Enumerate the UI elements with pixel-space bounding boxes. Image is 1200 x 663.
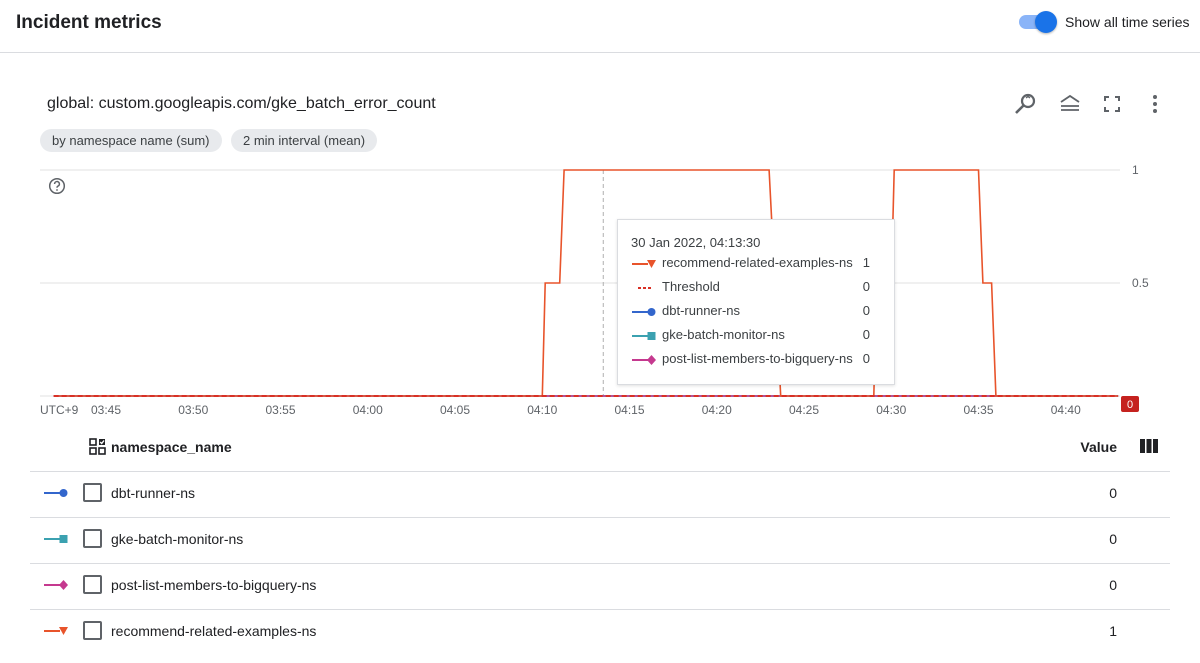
row-checkbox[interactable] — [83, 483, 102, 502]
x-tick-label: 04:20 — [702, 403, 732, 417]
y-tick-label: 0.5 — [1132, 276, 1149, 290]
legend-icon[interactable] — [1056, 90, 1084, 118]
tooltip-series-name: recommend-related-examples-ns — [662, 255, 853, 270]
show-all-time-series-toggle[interactable] — [1017, 11, 1057, 33]
current-value-badge-label: 0 — [1127, 399, 1133, 411]
tooltip-row: gke-batch-monitor-ns 0 — [631, 327, 881, 345]
legend-triangle-icon — [44, 627, 68, 635]
row-namespace: gke-batch-monitor-ns — [111, 531, 244, 547]
tooltip-time: 30 Jan 2022, 04:13:30 — [631, 235, 761, 250]
tooltip-series-name: post-list-members-to-bigquery-ns — [662, 351, 853, 366]
row-checkbox[interactable] — [83, 529, 102, 548]
toggle-knob — [1035, 11, 1057, 33]
tooltip-legend-circle-icon — [632, 308, 656, 316]
line-chart: 1 0.5 UTC+9 03:45 03:50 03:55 04:00 04:05 04:10 0… — [40, 163, 1149, 417]
row-namespace: dbt-runner-ns — [111, 485, 196, 501]
row-value: 0 — [1109, 531, 1117, 547]
x-tick-label: 04:30 — [876, 403, 906, 417]
tooltip-series-value: 0 — [862, 303, 870, 318]
tooltip-row: recommend-related-examples-ns 1 — [631, 255, 881, 273]
page-header: Incident metrics Show all time series — [0, 0, 1200, 53]
tooltip-series-value: 1 — [862, 255, 870, 270]
tooltip-legend-square-icon — [632, 332, 656, 340]
zoom-icon[interactable] — [1012, 90, 1040, 118]
x-tick-label: 04:15 — [614, 403, 644, 417]
hover-tooltip: 30 Jan 2022, 04:13:30 recommend-related-… — [617, 219, 895, 385]
x-tick-label: 03:55 — [265, 403, 295, 417]
more-vert-icon[interactable] — [1141, 90, 1169, 118]
x-tick-label: 04:40 — [1051, 403, 1081, 417]
table-row[interactable]: gke-batch-monitor-ns 0 — [30, 517, 1170, 564]
timezone-label: UTC+9 — [40, 403, 79, 417]
column-header-namespace[interactable]: namespace_name — [111, 439, 232, 455]
row-value: 0 — [1109, 577, 1117, 593]
tooltip-legend-triangle-icon — [632, 260, 656, 268]
table-header: namespace_name Value — [30, 425, 1170, 472]
column-select-icon[interactable] — [89, 438, 107, 456]
row-namespace: recommend-related-examples-ns — [111, 623, 317, 639]
row-namespace: post-list-members-to-bigquery-ns — [111, 577, 317, 593]
table-row[interactable]: post-list-members-to-bigquery-ns 0 — [30, 563, 1170, 610]
y-tick-label: 1 — [1132, 163, 1139, 177]
row-checkbox[interactable] — [83, 621, 102, 640]
x-tick-label: 04:10 — [527, 403, 557, 417]
tooltip-row: dbt-runner-ns 0 — [631, 303, 881, 321]
page-title: Incident metrics — [16, 12, 162, 33]
tooltip-legend-diamond-icon — [632, 355, 656, 365]
chart-title: global: custom.googleapis.com/gke_batch_… — [47, 95, 436, 112]
x-tick-label: 03:45 — [91, 403, 121, 417]
row-checkbox[interactable] — [83, 575, 102, 594]
row-value: 1 — [1109, 623, 1117, 639]
legend-square-icon — [44, 535, 68, 543]
column-header-value[interactable]: Value — [1080, 439, 1117, 455]
tooltip-series-value: 0 — [862, 327, 870, 342]
group-by-chip[interactable]: by namespace name (sum) — [40, 129, 222, 152]
tooltip-series-name: Threshold — [662, 279, 720, 294]
row-value: 0 — [1109, 485, 1117, 501]
tooltip-series-name: dbt-runner-ns — [662, 303, 741, 318]
tooltip-row: post-list-members-to-bigquery-ns 0 — [631, 351, 881, 369]
table-row[interactable]: recommend-related-examples-ns 1 — [30, 609, 1170, 655]
toggle-label: Show all time series — [1065, 14, 1190, 30]
tooltip-legend-dash-icon — [638, 287, 651, 289]
x-tick-label: 04:05 — [440, 403, 470, 417]
table-row[interactable]: dbt-runner-ns 0 — [30, 471, 1170, 518]
tooltip-row: Threshold 0 — [631, 279, 881, 297]
tooltip-series-name: gke-batch-monitor-ns — [662, 327, 785, 342]
x-tick-label: 04:25 — [789, 403, 819, 417]
interval-chip[interactable]: 2 min interval (mean) — [231, 129, 378, 152]
x-tick-label: 03:50 — [178, 403, 208, 417]
x-tick-label: 04:00 — [353, 403, 383, 417]
fullscreen-icon[interactable] — [1098, 90, 1126, 118]
legend-diamond-icon — [44, 580, 68, 590]
legend-circle-icon — [44, 489, 68, 497]
tooltip-series-value: 0 — [862, 351, 870, 366]
x-tick-label: 04:35 — [963, 403, 993, 417]
columns-icon[interactable] — [1139, 438, 1159, 454]
tooltip-series-value: 0 — [862, 279, 870, 294]
